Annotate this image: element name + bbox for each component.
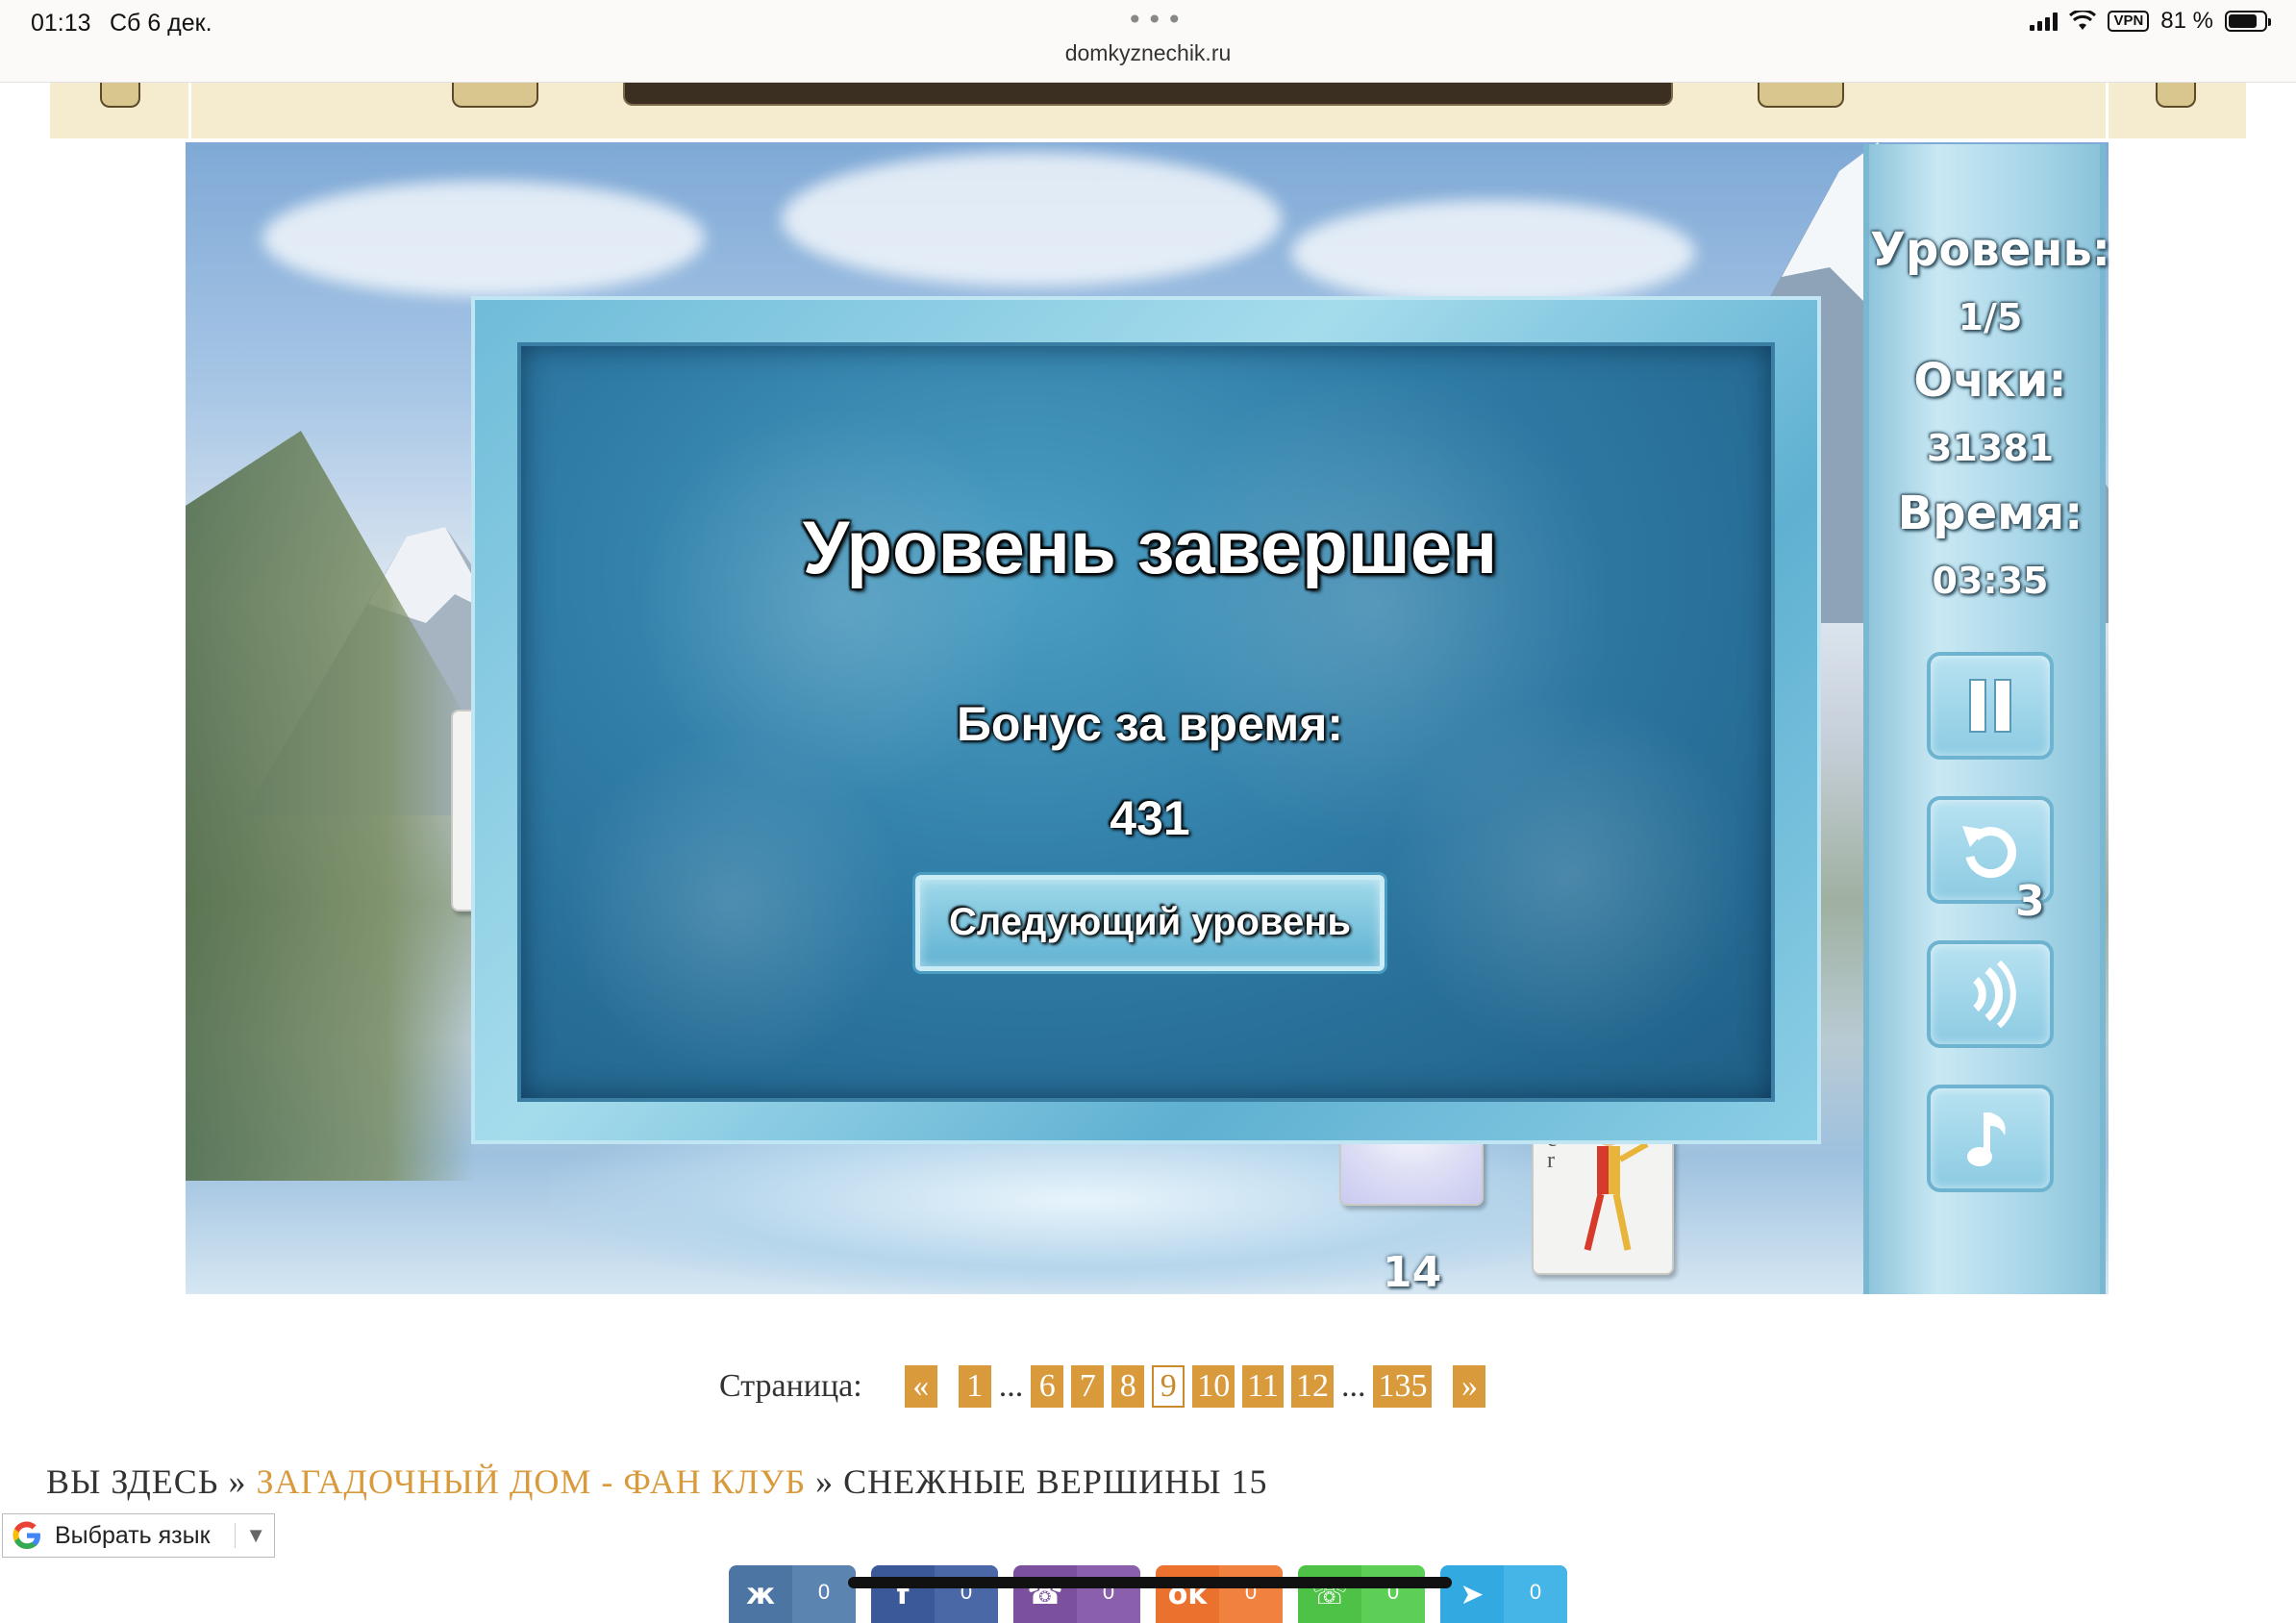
pagination-ellipsis: ... [1340,1368,1366,1404]
share-count: 0 [1361,1565,1425,1623]
language-select[interactable]: Выбрать язык ▼ [2,1513,275,1558]
page-link-10[interactable]: 10 [1192,1365,1235,1408]
share-count: 0 [1504,1565,1567,1623]
svg-text:r: r [1547,1148,1555,1173]
share-count: 0 [1077,1565,1140,1623]
facebook-icon: f [896,1577,910,1611]
page-link-12[interactable]: 12 [1290,1365,1334,1408]
vpn-badge: VPN [2108,11,2150,32]
breadcrumb-separator: » [228,1462,247,1501]
share-telegram-button[interactable]: ➤ 0 [1440,1565,1567,1623]
cloud [262,181,705,296]
whatsapp-icon: ☏ [1311,1577,1348,1611]
share-odnoklassniki-button[interactable]: ok 0 [1156,1565,1283,1623]
telegram-icon: ➤ [1460,1577,1485,1611]
vk-icon: ж [746,1577,775,1611]
share-buttons: ж0 f0 ☎ 0 ok 0 ☏ 0 ➤ 0 [729,1565,1583,1623]
status-icons: VPN 81 % [2030,8,2271,35]
share-count: 0 [1219,1565,1283,1623]
share-count: 0 [792,1565,856,1623]
prev-page-link[interactable]: « [904,1365,937,1408]
page-link-1[interactable]: 1 [958,1365,991,1408]
music-button[interactable] [1927,1085,2054,1192]
score-value: 31381 [1926,427,2055,469]
level-label: Уровень: [1870,223,2110,277]
chevron-down-icon: ▼ [235,1523,266,1548]
share-viber-button[interactable]: ☎ 0 [1013,1565,1140,1623]
sound-button[interactable] [1927,940,2054,1048]
pause-icon [1969,679,2011,733]
score-label: Очки: [1913,354,2067,408]
page-link-7[interactable]: 7 [1071,1365,1105,1408]
level-complete-dialog: Уровень завершен Бонус за время: 431 Сле… [471,296,1821,1144]
side-panel: Уровень: 1/5 Очки: 31381 Время: 03:35 [1863,144,2110,1294]
breadcrumb-prefix: ВЫ ЗДЕСЬ [46,1462,219,1501]
undo-icon [1962,826,2017,879]
breadcrumb-separator: » [815,1462,835,1501]
date: Сб 6 дек. [110,10,212,37]
status-bar: 01:13 Сб 6 дек. ••• domkyznechik.ru VPN … [0,0,2296,83]
google-icon [12,1521,40,1549]
share-count: 0 [935,1565,998,1623]
breadcrumb-topic: СНЕЖНЫЕ ВЕРШИНЫ 15 [843,1462,1268,1501]
odnoklassniki-icon: ok [1167,1577,1208,1611]
language-select-label: Выбрать язык [55,1521,211,1549]
header-crown-left [452,83,538,108]
header-left-knob [100,83,140,108]
next-level-button[interactable]: Следующий уровень [915,875,1385,971]
signal-icon [2030,12,2059,31]
clock: 01:13 [31,10,91,37]
header-right-knob [2156,83,2196,108]
current-page: 9 [1152,1365,1185,1408]
page-link-8[interactable]: 8 [1111,1365,1145,1408]
undo-count: 3 [2015,877,2045,926]
breadcrumb-forum-link[interactable]: ЗАГАДОЧНЫЙ ДОМ - ФАН КЛУБ [256,1462,806,1501]
page-link-135[interactable]: 135 [1373,1365,1433,1408]
viber-icon: ☎ [1027,1577,1063,1611]
wifi-icon [2069,11,2097,30]
address-bar[interactable]: domkyznechik.ru [0,40,2296,66]
level-value: 1/5 [1958,296,2023,338]
share-whatsapp-button[interactable]: ☏ 0 [1298,1565,1425,1623]
dialog-title: Уровень завершен [802,505,1498,589]
breadcrumb: ВЫ ЗДЕСЬ » ЗАГАДОЧНЫЙ ДОМ - ФАН КЛУБ » С… [46,1461,1268,1502]
music-icon [1967,1112,2006,1166]
sound-icon [1973,961,2016,1028]
pagination: Страница: « 1 ... 6 7 8 9 10 11 12 ... 1… [719,1365,1499,1408]
pagination-label: Страница: [719,1368,862,1404]
share-vk-button[interactable]: ж0 [729,1565,856,1623]
header-banner[interactable] [623,83,1673,106]
time-bonus-value: 431 [1110,791,1190,845]
next-page-link[interactable]: » [1453,1365,1486,1408]
header-crown-right [1758,83,1844,108]
pause-button[interactable] [1927,652,2054,760]
remaining-tiles-count: 14 [1383,1248,1442,1297]
time-bonus-label: Бонус за время: [956,697,1344,751]
time-value: 03:35 [1932,560,2049,602]
page-link-11[interactable]: 11 [1242,1365,1284,1408]
battery-icon [2225,11,2271,32]
page-link-6[interactable]: 6 [1031,1365,1064,1408]
battery-percent: 81 % [2160,8,2213,34]
share-facebook-button[interactable]: f0 [871,1565,998,1623]
more-dots-icon[interactable]: ••• [1127,4,1186,36]
time-label: Время: [1897,487,2084,540]
cloud [782,152,1282,287]
home-indicator[interactable] [848,1577,1452,1588]
pagination-ellipsis: ... [998,1368,1024,1404]
